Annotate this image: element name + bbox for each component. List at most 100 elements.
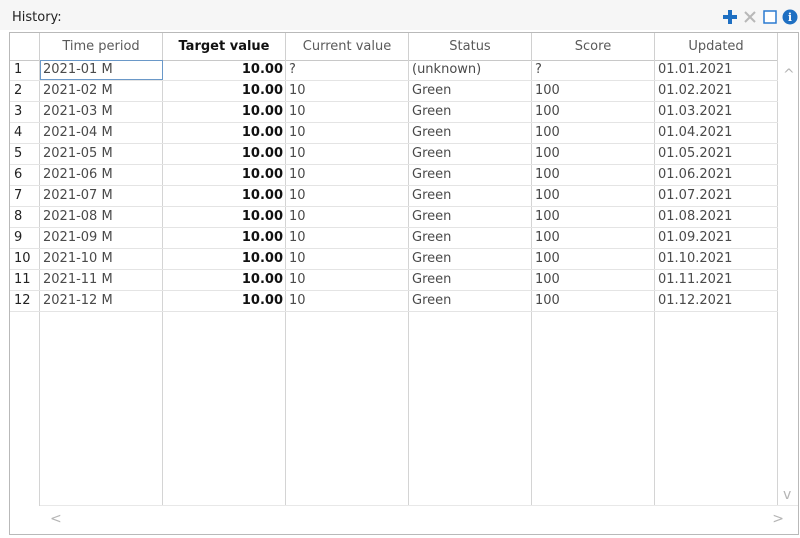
cell-status[interactable]: Green [409, 81, 532, 101]
cell-target-value[interactable]: 10.00 [163, 102, 286, 122]
cell-current-value[interactable]: 10 [286, 291, 409, 311]
cell-current-value[interactable]: 10 [286, 228, 409, 248]
cell-current-value[interactable]: 10 [286, 186, 409, 206]
cell-score[interactable]: 100 [532, 81, 655, 101]
history-table[interactable]: Time period Target value Current value S… [9, 32, 799, 535]
scroll-up-icon[interactable]: ^ [783, 68, 795, 82]
cell-time-period[interactable]: 2021-07 M [40, 186, 163, 206]
table-row[interactable]: 5 2021-05 M 10.00 10 Green 100 01.05.2021 [10, 144, 778, 165]
column-header-updated[interactable]: Updated [655, 33, 778, 60]
cell-time-period[interactable]: 2021-12 M [40, 291, 163, 311]
cell-score[interactable]: ? [532, 60, 655, 80]
cell-time-period[interactable]: 2021-03 M [40, 102, 163, 122]
cell-updated[interactable]: 01.10.2021 [655, 249, 778, 269]
cell-target-value[interactable]: 10.00 [163, 60, 286, 80]
cell-current-value[interactable]: 10 [286, 270, 409, 290]
table-row[interactable]: 2 2021-02 M 10.00 10 Green 100 01.02.2021 [10, 81, 778, 102]
column-header-status[interactable]: Status [409, 33, 532, 60]
table-row[interactable]: 9 2021-09 M 10.00 10 Green 100 01.09.2021 [10, 228, 778, 249]
cell-status[interactable]: Green [409, 291, 532, 311]
table-row[interactable]: 11 2021-11 M 10.00 10 Green 100 01.11.2021 [10, 270, 778, 291]
cell-status[interactable]: Green [409, 165, 532, 185]
cell-target-value[interactable]: 10.00 [163, 207, 286, 227]
cell-score[interactable]: 100 [532, 102, 655, 122]
scroll-left-icon[interactable]: < [50, 512, 62, 526]
cell-current-value[interactable]: 10 [286, 249, 409, 269]
cell-status[interactable]: (unknown) [409, 60, 532, 80]
cell-target-value[interactable]: 10.00 [163, 270, 286, 290]
maximize-button[interactable] [760, 8, 780, 26]
cell-score[interactable]: 100 [532, 249, 655, 269]
cell-score[interactable]: 100 [532, 270, 655, 290]
cell-target-value[interactable]: 10.00 [163, 81, 286, 101]
cell-target-value[interactable]: 10.00 [163, 249, 286, 269]
cell-score[interactable]: 100 [532, 228, 655, 248]
delete-button[interactable] [740, 8, 760, 26]
cell-current-value[interactable]: 10 [286, 207, 409, 227]
cell-target-value[interactable]: 10.00 [163, 186, 286, 206]
info-button[interactable]: i [780, 8, 800, 26]
cell-time-period[interactable]: 2021-05 M [40, 144, 163, 164]
cell-status[interactable]: Green [409, 249, 532, 269]
column-header-time-period[interactable]: Time period [40, 33, 163, 60]
cell-time-period[interactable]: 2021-11 M [40, 270, 163, 290]
cell-updated[interactable]: 01.11.2021 [655, 270, 778, 290]
cell-target-value[interactable]: 10.00 [163, 165, 286, 185]
cell-updated[interactable]: 01.12.2021 [655, 291, 778, 311]
cell-current-value[interactable]: 10 [286, 102, 409, 122]
cell-status[interactable]: Green [409, 123, 532, 143]
cell-time-period[interactable]: 2021-04 M [40, 123, 163, 143]
column-header-target-value[interactable]: Target value [163, 33, 286, 60]
cell-updated[interactable]: 01.01.2021 [655, 60, 778, 80]
cell-target-value[interactable]: 10.00 [163, 144, 286, 164]
column-header-score[interactable]: Score [532, 33, 655, 60]
scroll-right-icon[interactable]: > [772, 512, 784, 526]
column-header-current-value[interactable]: Current value [286, 33, 409, 60]
table-row[interactable]: 7 2021-07 M 10.00 10 Green 100 01.07.2021 [10, 186, 778, 207]
cell-status[interactable]: Green [409, 102, 532, 122]
cell-score[interactable]: 100 [532, 207, 655, 227]
add-button[interactable] [720, 8, 740, 26]
cell-status[interactable]: Green [409, 186, 532, 206]
table-row[interactable]: 6 2021-06 M 10.00 10 Green 100 01.06.2021 [10, 165, 778, 186]
cell-current-value[interactable]: 10 [286, 165, 409, 185]
table-row[interactable]: 10 2021-10 M 10.00 10 Green 100 01.10.2021 [10, 249, 778, 270]
table-row[interactable]: 8 2021-08 M 10.00 10 Green 100 01.08.2021 [10, 207, 778, 228]
table-row[interactable]: 12 2021-12 M 10.00 10 Green 100 01.12.2021 [10, 291, 778, 312]
scroll-down-icon[interactable]: v [783, 488, 791, 502]
horizontal-scrollbar[interactable]: < > [40, 505, 798, 534]
cell-target-value[interactable]: 10.00 [163, 291, 286, 311]
cell-time-period[interactable]: 2021-09 M [40, 228, 163, 248]
cell-time-period[interactable]: 2021-10 M [40, 249, 163, 269]
cell-updated[interactable]: 01.09.2021 [655, 228, 778, 248]
vertical-scrollbar[interactable]: ^ v [778, 60, 798, 506]
cell-current-value[interactable]: 10 [286, 81, 409, 101]
table-row[interactable]: 3 2021-03 M 10.00 10 Green 100 01.03.2021 [10, 102, 778, 123]
cell-updated[interactable]: 01.02.2021 [655, 81, 778, 101]
cell-score[interactable]: 100 [532, 186, 655, 206]
cell-updated[interactable]: 01.07.2021 [655, 186, 778, 206]
cell-time-period[interactable]: 2021-02 M [40, 81, 163, 101]
cell-target-value[interactable]: 10.00 [163, 228, 286, 248]
cell-updated[interactable]: 01.05.2021 [655, 144, 778, 164]
cell-status[interactable]: Green [409, 228, 532, 248]
cell-updated[interactable]: 01.06.2021 [655, 165, 778, 185]
cell-status[interactable]: Green [409, 207, 532, 227]
cell-current-value[interactable]: 10 [286, 144, 409, 164]
cell-current-value[interactable]: 10 [286, 123, 409, 143]
cell-status[interactable]: Green [409, 144, 532, 164]
table-row[interactable]: 1 2021-01 M 10.00? (unknown)? 01.01.2021 [10, 60, 778, 81]
cell-score[interactable]: 100 [532, 291, 655, 311]
cell-updated[interactable]: 01.03.2021 [655, 102, 778, 122]
cell-target-value[interactable]: 10.00 [163, 123, 286, 143]
cell-time-period[interactable]: 2021-08 M [40, 207, 163, 227]
table-row[interactable]: 4 2021-04 M 10.00 10 Green 100 01.04.2021 [10, 123, 778, 144]
cell-updated[interactable]: 01.08.2021 [655, 207, 778, 227]
cell-time-period[interactable]: 2021-01 M [40, 60, 163, 80]
cell-score[interactable]: 100 [532, 144, 655, 164]
cell-status[interactable]: Green [409, 270, 532, 290]
cell-time-period[interactable]: 2021-06 M [40, 165, 163, 185]
cell-score[interactable]: 100 [532, 165, 655, 185]
cell-score[interactable]: 100 [532, 123, 655, 143]
cell-current-value[interactable]: ? [286, 60, 409, 80]
